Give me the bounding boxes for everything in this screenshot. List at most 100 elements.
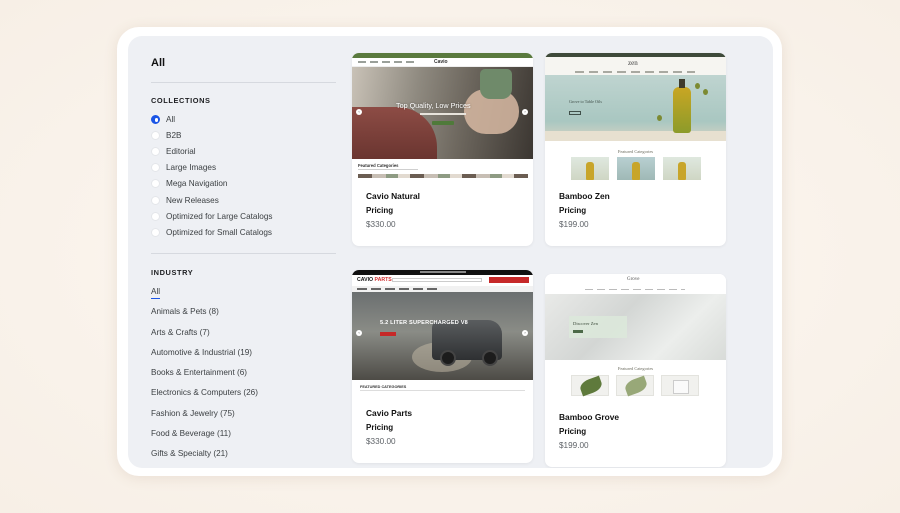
- preview-cta: [489, 277, 529, 283]
- theme-card-bamboo-zen[interactable]: zen Grove to Table Oils Featured Categor…: [545, 53, 726, 246]
- preview-featured-line: [360, 390, 525, 391]
- theme-preview-image[interactable]: CAVIO PARTS 5.2 LITER SUPERCHARGED V8 ‹ …: [352, 270, 533, 397]
- industry-link-fashion[interactable]: Fashion & Jewelry (75): [151, 409, 258, 429]
- preview-hero-button: [569, 111, 581, 115]
- radio-icon[interactable]: [151, 163, 160, 173]
- preview-hero-title: Top Quality, Low Prices: [396, 101, 471, 110]
- wheel-shape: [482, 350, 498, 366]
- oil-bottle-shape: [673, 79, 691, 133]
- collection-option-large-catalogs[interactable]: Optimized for Large Catalogs: [151, 208, 273, 224]
- radio-icon[interactable]: [151, 227, 160, 237]
- collections-radio-list: All B2B Editorial Large Images Mega Navi…: [151, 111, 273, 241]
- preview-header: zen: [545, 57, 726, 75]
- preview-logo: Grove: [627, 277, 640, 282]
- theme-name: Bamboo Zen: [559, 191, 610, 201]
- collection-option-editorial[interactable]: Editorial: [151, 143, 273, 159]
- collections-title: COLLECTIONS: [151, 96, 211, 105]
- industry-link-all[interactable]: All: [151, 287, 258, 307]
- industry-link-label: Animals & Pets (8): [151, 307, 219, 317]
- radio-icon[interactable]: [151, 146, 160, 156]
- theme-price: $199.00: [559, 220, 589, 229]
- theme-card-bamboo-grove[interactable]: Grove Discover Zen Featured Categories B…: [545, 274, 726, 467]
- collection-option-label: Large Images: [166, 163, 217, 173]
- industry-link-electronics[interactable]: Electronics & Computers (26): [151, 388, 258, 408]
- radio-checked-icon[interactable]: [151, 114, 160, 124]
- preview-hero-title: Discover Zen: [573, 321, 598, 326]
- theme-card-info: Bamboo Grove Pricing $199.00: [545, 401, 726, 467]
- collection-option-b2b[interactable]: B2B: [151, 127, 273, 143]
- chevron-right-icon: ›: [522, 109, 528, 115]
- preview-featured-line: [358, 169, 418, 171]
- category-tile: [571, 157, 609, 180]
- olive-shape: [695, 83, 700, 89]
- industry-link-food[interactable]: Food & Beverage (11): [151, 429, 258, 449]
- preview-hero: Grove to Table Oils: [545, 75, 726, 141]
- preview-nav-links: [575, 71, 695, 73]
- theme-card-cavio-natural[interactable]: Cavio Top Quality, Low Prices ‹ › Featur…: [352, 53, 533, 246]
- divider: [151, 82, 336, 83]
- wheel-shape: [440, 350, 456, 366]
- industry-link-label: Arts & Crafts (7): [151, 327, 210, 337]
- industry-link-label: All: [151, 287, 161, 299]
- theme-preview-image[interactable]: Grove Discover Zen Featured Categories: [545, 274, 726, 401]
- category-tile: [571, 375, 609, 397]
- preview-hero: Top Quality, Low Prices ‹ ›: [352, 67, 533, 159]
- collection-option-all[interactable]: All: [151, 111, 273, 127]
- preview-logo: Cavio: [434, 59, 448, 65]
- preview-logo: zen: [628, 59, 638, 67]
- preview-hero-box: [569, 316, 627, 338]
- radio-icon[interactable]: [151, 211, 160, 221]
- preview-nav-links: [585, 289, 685, 291]
- radio-icon[interactable]: [151, 179, 160, 189]
- category-tile: [663, 157, 701, 180]
- industry-link-gifts[interactable]: Gifts & Specialty (21): [151, 449, 258, 468]
- preview-header: CAVIO PARTS: [352, 275, 533, 286]
- industry-filter-list: All Animals & Pets (8) Arts & Crafts (7)…: [151, 287, 258, 468]
- theme-price: $330.00: [366, 437, 396, 446]
- preview-hero-button: [573, 330, 583, 333]
- theme-preview-image[interactable]: Cavio Top Quality, Low Prices ‹ › Featur…: [352, 53, 533, 180]
- industry-link-automotive[interactable]: Automotive & Industrial (19): [151, 348, 258, 368]
- preview-hero-title: Grove to Table Oils: [569, 99, 603, 104]
- theme-name: Cavio Parts: [366, 408, 413, 418]
- collection-option-new-releases[interactable]: New Releases: [151, 192, 273, 208]
- industry-link-animals-pets[interactable]: Animals & Pets (8): [151, 307, 258, 327]
- radio-icon[interactable]: [151, 130, 160, 140]
- pricing-label: Pricing: [559, 206, 587, 215]
- theme-card-info: Bamboo Zen Pricing $199.00: [545, 180, 726, 246]
- preview-hero: 5.2 LITER SUPERCHARGED V8 ‹ ›: [352, 292, 533, 380]
- collection-option-label: All: [166, 114, 176, 124]
- industry-link-label: Automotive & Industrial (19): [151, 347, 253, 357]
- industry-link-label: Fashion & Jewelry (75): [151, 408, 235, 418]
- theme-name: Bamboo Grove: [559, 412, 620, 422]
- collection-option-small-catalogs[interactable]: Optimized for Small Catalogs: [151, 224, 273, 240]
- preview-nav: Cavio: [352, 58, 533, 67]
- industry-link-books[interactable]: Books & Entertainment (6): [151, 368, 258, 388]
- collection-option-label: Editorial: [166, 146, 196, 156]
- theme-preview-image[interactable]: zen Grove to Table Oils Featured Categor…: [545, 53, 726, 180]
- theme-card-info: Cavio Natural Pricing $330.00: [352, 180, 533, 246]
- collection-option-large-images[interactable]: Large Images: [151, 160, 273, 176]
- industry-link-label: Food & Beverage (11): [151, 429, 231, 439]
- category-tile: [617, 157, 655, 180]
- preview-category-strip: [358, 174, 528, 178]
- theme-card-cavio-parts[interactable]: CAVIO PARTS 5.2 LITER SUPERCHARGED V8 ‹ …: [352, 270, 533, 463]
- preview-hero-subtitle: [420, 113, 466, 115]
- collection-option-label: New Releases: [166, 195, 219, 205]
- preview-featured-title: FEATURED CATEGORIES: [360, 385, 407, 389]
- preview-header: Grove: [545, 274, 726, 294]
- industry-link-arts-crafts[interactable]: Arts & Crafts (7): [151, 328, 258, 348]
- collection-option-label: Optimized for Large Catalogs: [166, 211, 273, 221]
- category-tile: [616, 375, 654, 397]
- radio-icon[interactable]: [151, 195, 160, 205]
- filter-sidebar: All COLLECTIONS All B2B Editorial Large …: [151, 36, 366, 468]
- preview-category-tiles: [571, 375, 699, 397]
- industry-link-label: Books & Entertainment (6): [151, 368, 248, 378]
- preview-hero-button: [432, 121, 454, 125]
- pricing-label: Pricing: [366, 206, 394, 215]
- mug-shape: [480, 69, 512, 99]
- preview-category-tiles: [571, 157, 701, 180]
- collection-option-mega-navigation[interactable]: Mega Navigation: [151, 176, 273, 192]
- theme-browser-panel: All COLLECTIONS All B2B Editorial Large …: [128, 36, 773, 468]
- theme-name: Cavio Natural: [366, 191, 420, 201]
